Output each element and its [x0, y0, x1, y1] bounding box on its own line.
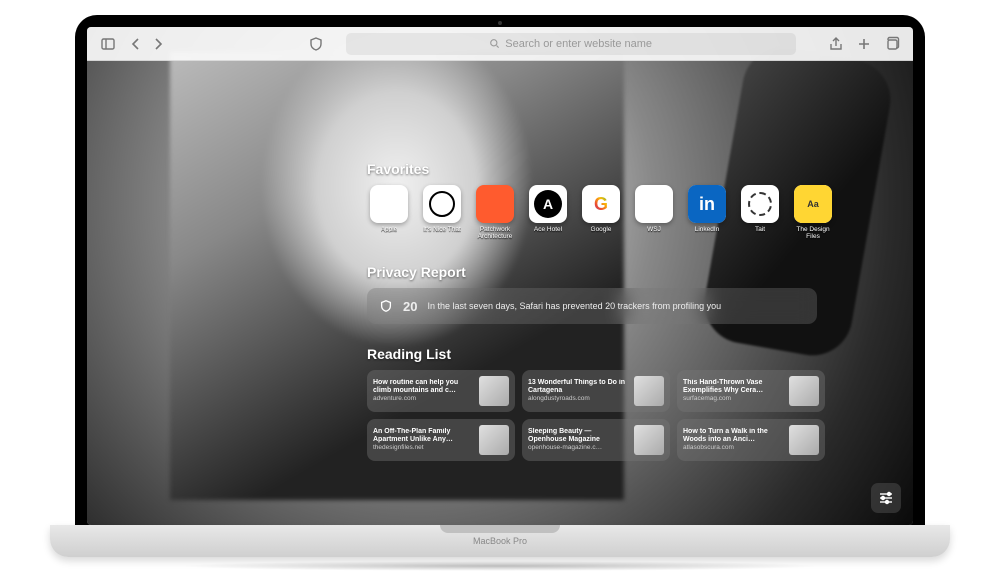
reading-item[interactable]: 13 Wonderful Things to Do in Cartagenaal…	[522, 370, 670, 412]
favorite-label: Google	[591, 226, 612, 233]
favorite-design-files[interactable]: Aa The Design Files	[791, 185, 835, 240]
favorite-linkedin[interactable]: in LinkedIn	[685, 185, 729, 240]
favorite-tait[interactable]: T Tait	[738, 185, 782, 240]
reading-source: openhouse-magazine.c…	[528, 444, 602, 451]
favorite-label: Ace Hotel	[534, 226, 562, 233]
favorite-label: Tait	[755, 226, 765, 233]
tabs-overview-icon[interactable]	[883, 35, 901, 53]
reading-item[interactable]: An Off-The-Plan Family Apartment Unlike …	[367, 419, 515, 461]
sliders-icon	[878, 490, 894, 506]
back-button[interactable]	[127, 35, 145, 53]
google-icon: G	[594, 194, 608, 215]
favorites-row: Apple NiCE It's Nice That Patchwork Archi…	[367, 185, 873, 240]
favorite-patchwork[interactable]: Patchwork Architecture	[473, 185, 517, 240]
share-icon[interactable]	[827, 35, 845, 53]
nice-icon: NiCE	[429, 191, 455, 217]
start-page: Favorites Apple NiCE It's Nice That Patch…	[87, 61, 913, 461]
tait-icon: T	[748, 192, 772, 216]
reading-source: thedesignfiles.net	[373, 444, 424, 451]
reading-item[interactable]: How routine can help you climb mountains…	[367, 370, 515, 412]
laptop-base: MacBook Pro	[50, 525, 950, 557]
favorite-label: LinkedIn	[695, 226, 720, 233]
reading-source: alongdustyroads.com	[528, 395, 590, 402]
forward-button[interactable]	[149, 35, 167, 53]
favorite-label: The Design Files	[791, 226, 835, 240]
sidebar-icon[interactable]	[99, 35, 117, 53]
reading-title: This Hand-Thrown Vase Exemplifies Why Ce…	[683, 379, 783, 396]
reading-title: 13 Wonderful Things to Do in Cartagena	[528, 379, 628, 396]
reading-source: surfacemag.com	[683, 395, 731, 402]
customize-button[interactable]	[871, 483, 901, 513]
privacy-report-card[interactable]: 20 In the last seven days, Safari has pr…	[367, 288, 817, 324]
favorite-label: It's Nice That	[423, 226, 461, 233]
reading-source: atlasobscura.com	[683, 444, 734, 451]
privacy-heading: Privacy Report	[367, 264, 873, 280]
safari-toolbar: Search or enter website name	[87, 27, 913, 61]
favorite-label: Apple	[381, 226, 398, 233]
laptop-frame: Search or enter website name Favorites	[50, 15, 950, 571]
address-bar[interactable]: Search or enter website name	[346, 33, 796, 55]
ace-icon: A	[534, 190, 562, 218]
favorite-label: WSJ	[647, 226, 661, 233]
screen-bezel: Search or enter website name Favorites	[75, 15, 925, 525]
design-files-icon: Aa	[794, 185, 832, 223]
device-label: MacBook Pro	[473, 536, 527, 546]
patchwork-icon	[476, 185, 514, 223]
favorite-google[interactable]: G Google	[579, 185, 623, 240]
favorite-its-nice-that[interactable]: NiCE It's Nice That	[420, 185, 464, 240]
reading-heading: Reading List	[367, 346, 873, 362]
reading-title: Sleeping Beauty — Openhouse Magazine	[528, 428, 628, 445]
new-tab-button[interactable]	[855, 35, 873, 53]
favorites-heading: Favorites	[367, 161, 873, 177]
screen: Search or enter website name Favorites	[87, 27, 913, 525]
privacy-shield-icon[interactable]	[307, 35, 325, 53]
linkedin-icon: in	[688, 185, 726, 223]
shadow	[175, 561, 825, 571]
reading-thumbnail	[789, 376, 819, 406]
camera-icon	[498, 21, 502, 25]
reading-thumbnail	[479, 425, 509, 455]
favorite-label: Patchwork Architecture	[473, 226, 517, 240]
reading-source: adventure.com	[373, 395, 416, 402]
favorite-ace-hotel[interactable]: A Ace Hotel	[526, 185, 570, 240]
reading-item[interactable]: Sleeping Beauty — Openhouse Magazineopen…	[522, 419, 670, 461]
privacy-count: 20	[403, 299, 417, 314]
reading-item[interactable]: How to Turn a Walk in the Woods into an …	[677, 419, 825, 461]
reading-title: An Off-The-Plan Family Apartment Unlike …	[373, 428, 473, 445]
favorite-apple[interactable]: Apple	[367, 185, 411, 240]
privacy-text: In the last seven days, Safari has preve…	[427, 301, 721, 311]
reading-thumbnail	[789, 425, 819, 455]
favorite-wsj[interactable]: WSJ WSJ	[632, 185, 676, 240]
reading-item[interactable]: This Hand-Thrown Vase Exemplifies Why Ce…	[677, 370, 825, 412]
wsj-icon: WSJ	[643, 197, 665, 212]
reading-thumbnail	[479, 376, 509, 406]
shield-icon	[379, 299, 393, 313]
reading-title: How routine can help you climb mountains…	[373, 379, 473, 396]
reading-thumbnail	[634, 425, 664, 455]
reading-title: How to Turn a Walk in the Woods into an …	[683, 428, 783, 445]
reading-thumbnail	[634, 376, 664, 406]
reading-list-grid: How routine can help you climb mountains…	[367, 370, 873, 461]
address-bar-placeholder: Search or enter website name	[505, 38, 652, 50]
